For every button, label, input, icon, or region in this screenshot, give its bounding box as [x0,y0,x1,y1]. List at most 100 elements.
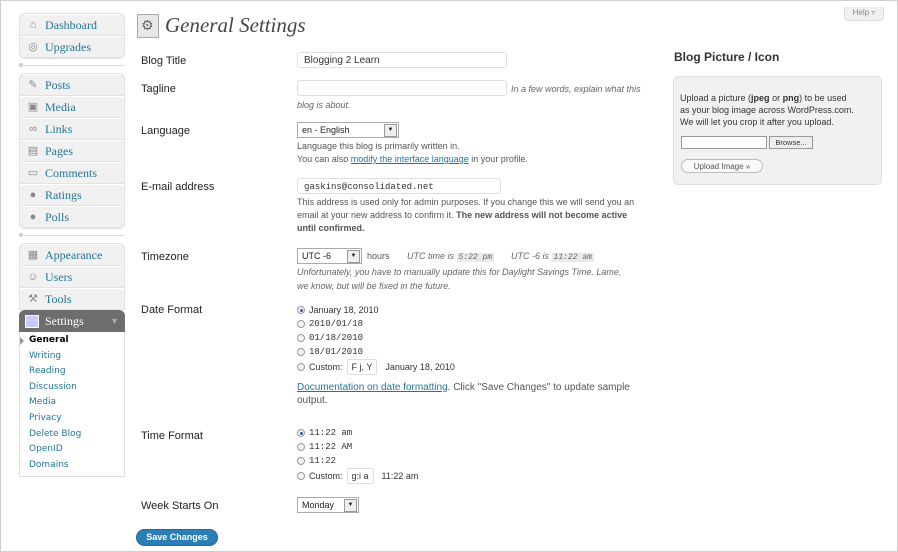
date-format-doc: Documentation on date formatting. Click … [297,382,630,393]
date-format-option[interactable]: 2010/01/18 [297,317,363,331]
radio[interactable] [297,363,305,371]
settings-icon [25,314,39,328]
email-field[interactable]: gaskins@consolidated.net [297,178,501,194]
radio-selected[interactable] [297,306,305,314]
radio[interactable] [297,457,305,465]
sidebar-item-users[interactable]: ☺ Users [20,266,124,288]
sidebar-item-links[interactable]: ∞ Links [20,118,124,140]
sidebar-group-content: ✎ Posts ▣ Media ∞ Links ▤ Pages ▭ Commen… [19,73,125,229]
submenu-item-media[interactable]: Media [20,395,124,411]
home-icon: ⌂ [29,19,37,31]
save-changes-button[interactable]: Save Changes [136,529,218,546]
media-icon: ▣ [27,101,39,113]
blog-picture-title: Blog Picture / Icon [674,50,780,64]
blog-picture-description: Upload a picture (jpeg or png) to be use… [680,93,854,127]
help-tab[interactable]: Help ▿ [844,7,884,21]
language-select[interactable]: en - English ▼ [297,122,399,138]
sidebar-separator [19,229,125,243]
time-format-option[interactable]: 11:22 am [297,426,352,440]
tagline-hint: In a few words, explain what this [511,84,641,94]
tagline-input[interactable] [297,80,507,96]
sidebar-item-upgrades[interactable]: ◎ Upgrades [20,36,124,58]
email-label: E-mail address [141,181,215,193]
sidebar-group-top: ⌂ Dashboard ◎ Upgrades [19,13,125,59]
radio-selected[interactable] [297,429,305,437]
week-start-label: Week Starts On [141,500,219,512]
radio[interactable] [297,472,305,480]
time-format-option[interactable]: 11:22 [297,454,336,468]
time-format-label: Time Format [141,430,203,442]
time-format-custom[interactable]: Custom: g:i a 11:22 am [297,468,419,484]
sidebar-item-pages[interactable]: ▤ Pages [20,140,124,162]
tools-icon: ⚒ [28,293,38,305]
submenu-item-delete-blog[interactable]: Delete Blog [20,427,124,443]
comment-icon: ▭ [27,167,39,179]
date-format-custom[interactable]: Custom: F j, Y January 18, 2010 [297,359,455,375]
upgrade-icon: ◎ [28,41,38,53]
timezone-unit: hours [367,251,390,261]
submenu-item-domains[interactable]: Domains [20,458,124,474]
radio[interactable] [297,334,305,342]
dropdown-arrow-icon: ▼ [384,124,397,137]
settings-page-icon [137,14,159,38]
language-profile-note: You can also modify the interface langua… [297,154,528,164]
submenu-item-reading[interactable]: Reading [20,364,124,380]
tagline-label: Tagline [141,83,176,95]
radio[interactable] [297,443,305,451]
week-start-select[interactable]: Monday ▼ [297,497,359,513]
date-format-option[interactable]: 01/18/2010 [297,331,363,345]
poll-icon: ● [29,211,37,223]
time-format-option[interactable]: 11:22 AM [297,440,352,454]
date-format-custom-input[interactable]: F j, Y [346,359,378,375]
page-title: General Settings [165,13,306,37]
sidebar-item-comments[interactable]: ▭ Comments [20,162,124,184]
sidebar-item-media[interactable]: ▣ Media [20,96,124,118]
upload-image-button[interactable]: Upload Image » [681,159,763,173]
link-icon: ∞ [29,123,37,135]
sidebar-item-ratings[interactable]: ● Ratings [20,184,124,206]
radio[interactable] [297,348,305,356]
submenu-item-privacy[interactable]: Privacy [20,411,124,427]
date-format-preview: January 18, 2010 [385,362,455,372]
date-format-doc-link[interactable]: Documentation on date formatting [297,382,448,393]
date-format-option[interactable]: 18/01/2010 [297,345,363,359]
modify-interface-language-link[interactable]: modify the interface language [351,154,469,164]
language-label: Language [141,125,190,137]
timezone-select[interactable]: UTC -6 ▼ [297,248,362,264]
blog-title-label: Blog Title [141,55,187,67]
appearance-icon: ▦ [27,249,39,261]
radio[interactable] [297,320,305,328]
star-icon: ● [29,189,37,201]
admin-sidebar: ⌂ Dashboard ◎ Upgrades ✎ Posts ▣ Media ∞… [19,13,125,478]
submenu-item-writing[interactable]: Writing [20,349,124,365]
date-format-option[interactable]: January 18, 2010 [297,303,379,317]
browse-button[interactable]: Browse... [769,136,813,149]
sidebar-item-appearance[interactable]: ▦ Appearance [20,244,124,266]
tagline-hint-2: blog is about. [297,100,351,110]
page-icon: ▤ [27,145,39,157]
sidebar-item-settings[interactable]: Settings ▼ [19,310,125,332]
date-format-label: Date Format [141,304,203,316]
file-path-input[interactable] [681,136,767,149]
settings-submenu: General Writing Reading Discussion Media… [19,332,125,478]
dropdown-arrow-icon: ▼ [344,499,357,512]
submenu-item-discussion[interactable]: Discussion [20,380,124,396]
pin-icon: ✎ [28,79,38,91]
blog-title-input[interactable]: Blogging 2 Learn [297,52,507,68]
sidebar-item-polls[interactable]: ● Polls [20,206,124,228]
sidebar-item-dashboard[interactable]: ⌂ Dashboard [20,14,124,36]
chevron-down-icon[interactable]: ▼ [110,310,119,332]
email-description-3: until confirmed. [297,223,365,233]
time-format-custom-input[interactable]: g:i a [346,468,374,484]
time-format-preview: 11:22 am [381,471,419,481]
submenu-item-general[interactable]: General [20,333,124,349]
sidebar-item-tools[interactable]: ⚒ Tools [20,288,124,309]
users-icon: ☺ [27,271,39,283]
sidebar-item-posts[interactable]: ✎ Posts [20,74,124,96]
sidebar-separator [19,59,125,73]
date-format-doc-2: output. [297,395,328,406]
timezone-note-2: we know, but will be fixed in the future… [297,281,451,291]
submenu-item-openid[interactable]: OpenID [20,442,124,458]
sidebar-group-admin: ▦ Appearance ☺ Users ⚒ Tools [19,243,125,310]
dropdown-arrow-icon: ▼ [347,250,360,263]
